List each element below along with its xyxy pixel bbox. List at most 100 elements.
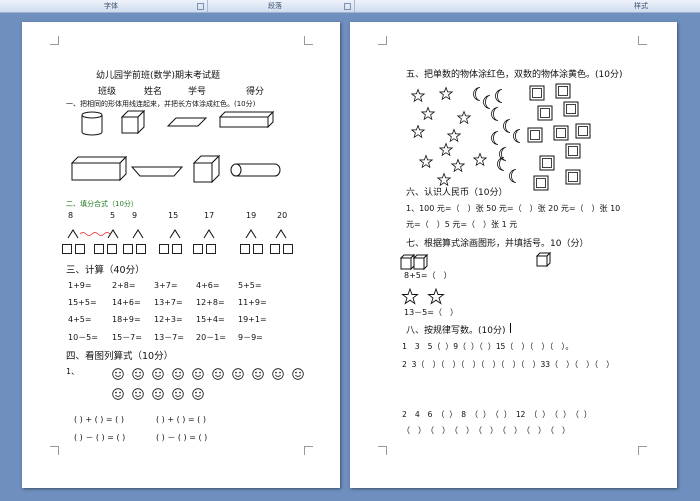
question-8: 八、按规律写数。(10分): [406, 326, 506, 336]
square-icon: [537, 105, 553, 121]
answer-box[interactable]: [206, 244, 216, 254]
answer-box[interactable]: [62, 244, 72, 254]
sequence-line-2: 2 3（ ）（ ）（ ）（ ）（ ）（ ）33（ ）（ ）（ ）: [402, 360, 615, 369]
star-icon: [472, 152, 488, 167]
answer-box[interactable]: [136, 244, 146, 254]
q4-equation: ( ) － ( ) = ( ): [156, 433, 208, 442]
smiley-face-icon: [212, 368, 224, 380]
calc-item: 11+9=: [238, 298, 267, 307]
question-6: 六、认识人民币（10分）: [406, 188, 508, 198]
crop-mark: [50, 446, 59, 455]
square-icon: [565, 143, 581, 159]
calc-item: 13－7=: [154, 333, 184, 342]
crop-mark: [50, 36, 59, 45]
calc-item: 19+1=: [238, 315, 267, 324]
question-3: 三、计算（40分）: [66, 265, 145, 276]
cube-shape: [192, 154, 221, 184]
calc-item: 12+3=: [154, 315, 183, 324]
answer-box[interactable]: [240, 244, 250, 254]
crop-mark: [304, 36, 313, 45]
answer-box[interactable]: [270, 244, 280, 254]
split-carets: [67, 229, 287, 239]
answer-box[interactable]: [283, 244, 293, 254]
header-field-name: 姓名: [144, 87, 163, 97]
answer-box[interactable]: [75, 244, 85, 254]
square-icon: [539, 155, 555, 171]
star-icon: [418, 154, 434, 169]
paragraph-group-label: 段落: [268, 2, 282, 10]
question-2: 二、填分合式（10分）: [66, 200, 138, 208]
text-cursor: [510, 323, 511, 333]
answer-box[interactable]: [172, 244, 182, 254]
calc-item: 4+5=: [68, 315, 92, 324]
q2-number: 5: [110, 211, 116, 220]
q7-equation-1: 8+5=（ ）: [404, 271, 452, 280]
calc-item: 20－1=: [196, 333, 226, 342]
document-page-left[interactable]: 幼儿园学前班(数学)期末考试题 班级 姓名 学号 得分 一、把相同的形体用线连起…: [22, 22, 340, 488]
star-icon: [410, 88, 426, 103]
header-field-number: 学号: [188, 87, 207, 97]
q2-number: 20: [277, 211, 288, 220]
moon-icon: [513, 129, 521, 143]
calc-item: 4+6=: [196, 281, 220, 290]
square-icon: [553, 125, 569, 141]
answer-box[interactable]: [107, 244, 117, 254]
calc-item: 2+8=: [112, 281, 136, 290]
q4-equation: ( ) + ( ) = ( ): [156, 415, 206, 424]
ribbon-bar: 字体 段落 样式: [0, 0, 700, 13]
answer-box[interactable]: [94, 244, 104, 254]
paragraph-dialog-launcher-icon[interactable]: [344, 3, 351, 10]
font-group-label: 字体: [104, 2, 118, 10]
question-1: 一、把相同的形体用线连起来，并把长方体涂成红色。(10分): [66, 100, 256, 108]
question-7: 七、根据算式涂画图形，并填括号。10（分）: [406, 239, 589, 249]
q7-equation-2: 13－5=（ ）: [404, 308, 458, 317]
trapezoid-prism-shape: [166, 117, 208, 127]
moon-icon: [503, 119, 511, 133]
smiley-face-icon: [172, 368, 184, 380]
q4-equation: ( ) － ( ) = ( ): [74, 433, 126, 442]
moon-icon: [509, 169, 517, 183]
square-icon: [529, 85, 545, 101]
calc-item: 3+7=: [154, 281, 178, 290]
smiley-face-icon: [192, 388, 204, 400]
square-icon: [527, 127, 543, 143]
calc-item: 15－7=: [112, 333, 142, 342]
smiley-face-icon: [132, 388, 144, 400]
calc-item: 15+4=: [196, 315, 225, 324]
calc-item: 1+9=: [68, 281, 92, 290]
sequence-line-4: （ ） （ ） （ ） （ ） （ ） （ ） （ ）: [402, 426, 570, 435]
calc-item: 14+6=: [112, 298, 141, 307]
q2-number: 19: [246, 211, 257, 220]
answer-box[interactable]: [123, 244, 133, 254]
ribbon-separator: [207, 0, 208, 12]
q6-line-2: 元=（ ）5 元=（ ）张 1 元: [406, 220, 518, 229]
q2-number: 8: [68, 211, 74, 220]
long-cuboid-shape: [70, 155, 128, 182]
answer-box[interactable]: [193, 244, 203, 254]
document-page-right[interactable]: 五、把单数的物体涂红色，双数的物体涂黄色。(10分) 六、认识人民币（10分） …: [350, 22, 677, 488]
smiley-face-icon: [112, 368, 124, 380]
calc-item: 15+5=: [68, 298, 97, 307]
styles-group-label: 样式: [634, 2, 648, 10]
smiley-face-icon: [112, 388, 124, 400]
square-icon: [555, 83, 571, 99]
calc-item: 10－5=: [68, 333, 98, 342]
smiley-face-icon: [252, 368, 264, 380]
smiley-face-icon: [152, 388, 164, 400]
calc-item: 18+9=: [112, 315, 141, 324]
calc-item: 9－9=: [238, 333, 263, 342]
smiley-face-icon: [192, 368, 204, 380]
q4-item-number: 1、: [66, 367, 80, 376]
answer-box[interactable]: [253, 244, 263, 254]
lying-cylinder-shape: [230, 163, 281, 177]
q2-number: 17: [204, 211, 215, 220]
smiley-face-icon: [172, 388, 184, 400]
moon-icon: [491, 131, 499, 145]
font-dialog-launcher-icon[interactable]: [197, 3, 204, 10]
star-icon: [446, 128, 462, 143]
question-5: 五、把单数的物体涂红色，双数的物体涂黄色。(10分): [406, 70, 623, 80]
q2-number: 15: [168, 211, 179, 220]
moon-icon: [473, 87, 481, 101]
cube-pair-figure: [399, 253, 429, 271]
answer-box[interactable]: [159, 244, 169, 254]
